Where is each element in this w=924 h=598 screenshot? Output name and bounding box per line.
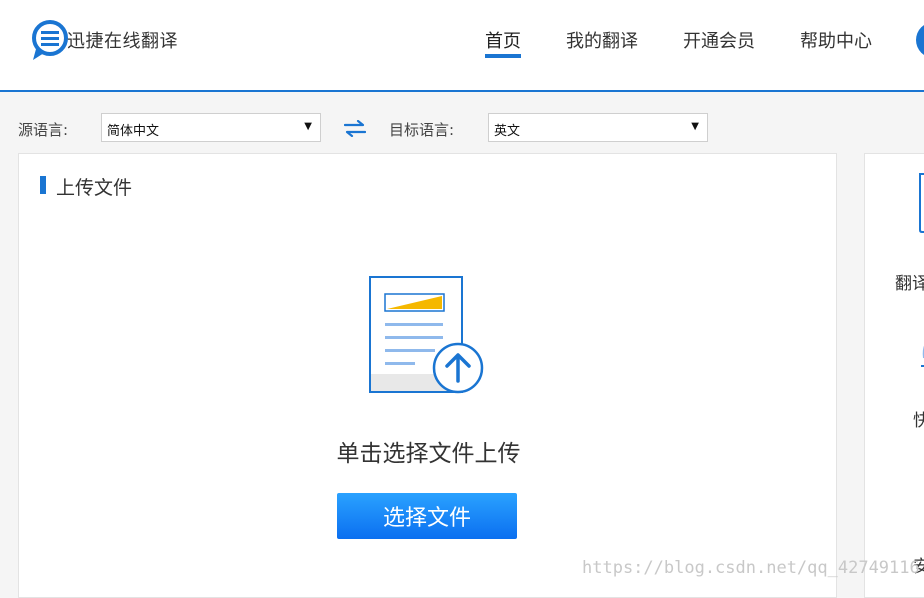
side-item-translate[interactable]: 翻译 (895, 269, 924, 294)
top-header: 迅捷在线翻译 首页 我的翻译 开通会员 帮助中心 (0, 0, 924, 92)
chat-bubble-logo-icon[interactable] (30, 19, 70, 61)
target-language-label: 目标语言: (389, 121, 455, 139)
choose-file-button[interactable]: 选择文件 (337, 493, 517, 539)
dropdown-arrow-icon: ▼ (304, 121, 312, 132)
document-icon (919, 173, 924, 233)
nav-my-translations[interactable]: 我的翻译 (566, 27, 638, 53)
nav-help-center[interactable]: 帮助中心 (800, 27, 872, 53)
side-panel: 翻译 快 安 (864, 153, 924, 598)
source-language-value: 简体中文 (107, 124, 160, 139)
logo-text[interactable]: 迅捷在线翻译 (67, 27, 178, 53)
avatar[interactable] (916, 22, 924, 58)
target-language-select[interactable]: 英文 ▼ (488, 113, 708, 142)
target-language-value: 英文 (494, 124, 521, 139)
nav-active-indicator (485, 54, 521, 58)
dropdown-arrow-icon: ▼ (691, 121, 699, 132)
source-language-label: 源语言: (18, 121, 69, 139)
upload-hint-text: 单击选择文件上传 (336, 441, 521, 467)
panel-title-marker (40, 176, 46, 194)
swap-languages-icon[interactable] (344, 120, 366, 137)
source-language-select[interactable]: 简体中文 ▼ (101, 113, 321, 142)
side-item-fast[interactable]: 快 (913, 406, 924, 431)
nav-home[interactable]: 首页 (485, 27, 521, 53)
document-upload-icon[interactable] (369, 276, 489, 396)
speed-icon (921, 345, 924, 367)
watermark-text: https://blog.csdn.net/qq_42749116 (582, 558, 920, 578)
nav-membership[interactable]: 开通会员 (683, 27, 755, 53)
upload-panel: 上传文件 单击选择文件上传 选择文件 (18, 153, 837, 598)
panel-title: 上传文件 (56, 177, 133, 199)
